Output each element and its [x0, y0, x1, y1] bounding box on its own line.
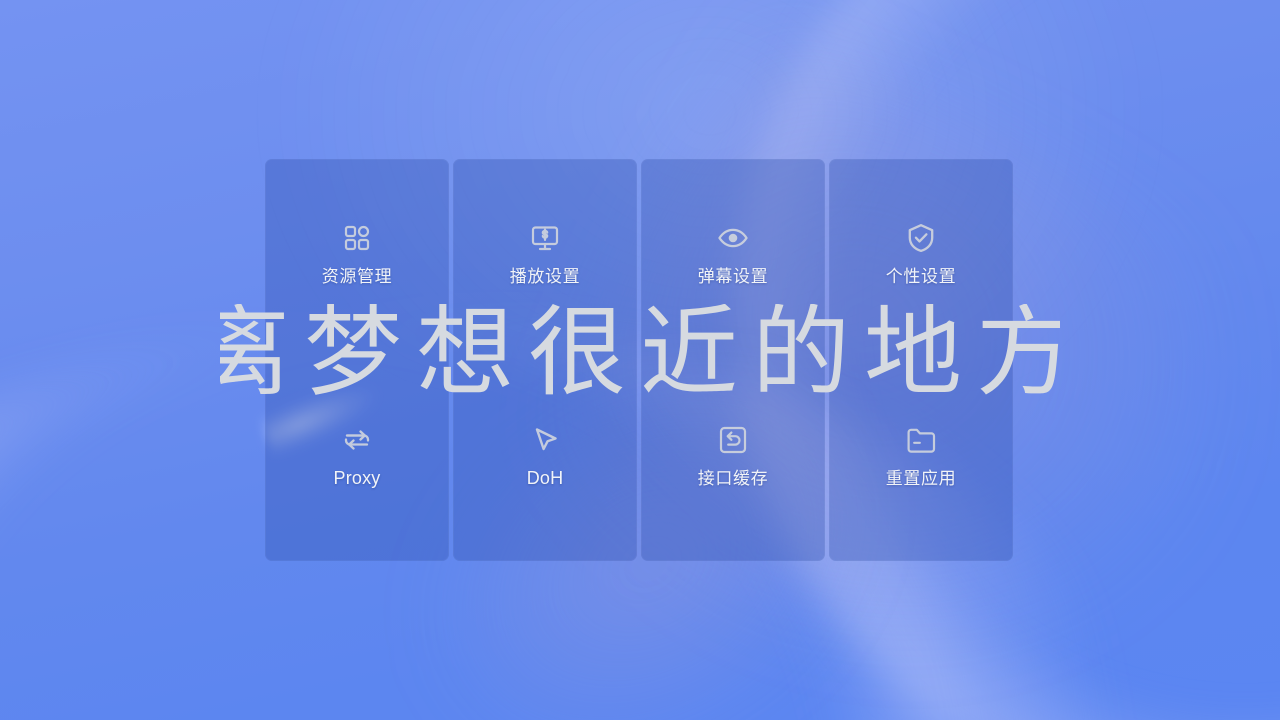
tile-playback-settings[interactable]: 播放设置: [453, 159, 637, 360]
cursor-pointer-icon: [528, 423, 562, 457]
tile-column-2: 播放设置 DoH: [453, 159, 637, 561]
tile-personalization-settings[interactable]: 个性设置: [829, 159, 1013, 360]
tile-api-cache[interactable]: 接口缓存: [641, 360, 825, 561]
tile-resource-manager[interactable]: 资源管理: [265, 159, 449, 360]
tile-label-resource-manager: 资源管理: [321, 267, 393, 286]
tile-label-doh: DoH: [526, 468, 564, 488]
tile-column-4: 个性设置 重置应用: [829, 159, 1013, 561]
tile-label-proxy: Proxy: [333, 468, 381, 488]
settings-tile-grid: 资源管理 Proxy 播放设置 DoH 弹幕设置 接口缓存 个性设置 重置应用: [265, 159, 1013, 561]
shield-check-icon: [904, 221, 938, 255]
eye-icon: [716, 221, 750, 255]
tile-doh[interactable]: DoH: [453, 360, 637, 561]
tile-danmaku-settings[interactable]: 弹幕设置: [641, 159, 825, 360]
repeat-arrows-icon: [340, 423, 374, 457]
tile-proxy[interactable]: Proxy: [265, 360, 449, 561]
tile-label-api-cache: 接口缓存: [697, 469, 769, 488]
grid-squares-icon: [340, 221, 374, 255]
undo-square-icon: [716, 423, 750, 457]
monitor-dollar-icon: [528, 221, 562, 255]
folder-minus-icon: [904, 423, 938, 457]
app-stage: 资源管理 Proxy 播放设置 DoH 弹幕设置 接口缓存 个性设置 重置应用 …: [0, 0, 1280, 720]
tile-reset-app[interactable]: 重置应用: [829, 360, 1013, 561]
tile-column-1: 资源管理 Proxy: [265, 159, 449, 561]
tile-column-3: 弹幕设置 接口缓存: [641, 159, 825, 561]
tile-label-reset-app: 重置应用: [885, 469, 957, 488]
tile-label-personalization-settings: 个性设置: [885, 267, 957, 286]
tile-label-danmaku-settings: 弹幕设置: [697, 267, 769, 286]
tile-label-playback-settings: 播放设置: [509, 267, 581, 286]
